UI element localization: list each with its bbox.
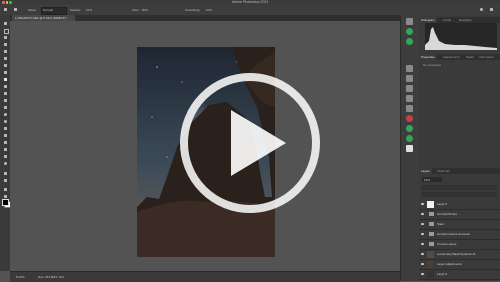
lock-fill-row[interactable] bbox=[422, 192, 497, 197]
folder-icon bbox=[429, 242, 434, 246]
blend-mode-row[interactable] bbox=[422, 185, 497, 190]
opacity-label: Opacity: bbox=[70, 7, 82, 12]
smoothing-value[interactable]: 10% bbox=[206, 8, 212, 12]
pen-tool-icon[interactable] bbox=[2, 126, 8, 131]
extension-icon[interactable] bbox=[406, 115, 413, 122]
layer-filter-kind: Kind bbox=[424, 178, 431, 182]
document-info: Doc: 244.6M/1.71G bbox=[38, 275, 65, 279]
histogram-curve bbox=[425, 27, 497, 50]
layer-name: Layer Adjustments bbox=[437, 262, 462, 266]
search-icon[interactable] bbox=[478, 7, 484, 12]
plugin-icon[interactable] bbox=[406, 28, 413, 35]
swatches-icon[interactable] bbox=[406, 75, 413, 82]
layer-row[interactable]: Layer 0 bbox=[419, 269, 500, 280]
clone-stamp-tool-icon[interactable] bbox=[2, 84, 8, 89]
move-tool-icon[interactable] bbox=[2, 21, 8, 26]
zoom-tool-icon[interactable] bbox=[2, 161, 8, 166]
layer-thumbnail bbox=[427, 250, 434, 258]
opacity-value[interactable]: 61% bbox=[86, 8, 92, 12]
properties-panel-tabs: Properties Adjustments Styles Informatio… bbox=[419, 54, 500, 60]
crop-tool-icon[interactable] bbox=[2, 49, 8, 54]
type-tool-icon[interactable] bbox=[2, 133, 8, 138]
healing-brush-tool-icon[interactable] bbox=[2, 70, 8, 75]
layer-thumbnail bbox=[427, 270, 434, 278]
mode-label: Mode: bbox=[28, 7, 37, 12]
eye-icon[interactable] bbox=[421, 222, 424, 225]
eye-icon[interactable] bbox=[421, 212, 424, 215]
extension-icon-3[interactable] bbox=[406, 135, 413, 142]
edit-toolbar-icon[interactable] bbox=[2, 171, 8, 176]
plugin-icon-2[interactable] bbox=[406, 38, 413, 45]
actions-icon[interactable] bbox=[406, 105, 413, 112]
layer-name: Luminosity Mask Dynamic AI bbox=[437, 252, 476, 256]
flow-value[interactable]: 90% bbox=[142, 8, 148, 12]
layer-name: Stars bbox=[437, 222, 445, 226]
lasso-tool-icon[interactable] bbox=[2, 35, 8, 40]
right-panels: Histogram Cards Navigator Properties Adj… bbox=[419, 15, 500, 281]
brush-preset-icon[interactable] bbox=[12, 7, 18, 12]
history-icon[interactable] bbox=[406, 18, 413, 25]
workspace-icon[interactable] bbox=[488, 7, 494, 12]
extension-icon-2[interactable] bbox=[406, 125, 413, 132]
layers-panel-tabs: Layers Channels bbox=[419, 168, 500, 174]
gradient-tool-icon[interactable] bbox=[2, 105, 8, 110]
layer-thumbnail bbox=[427, 260, 434, 268]
eyedropper-tool-icon[interactable] bbox=[2, 63, 8, 68]
zoom-level[interactable]: 8.33% bbox=[16, 275, 25, 279]
marquee-tool-icon[interactable] bbox=[2, 28, 9, 34]
layer-name: Curves Layers bbox=[437, 242, 457, 246]
status-bar: 8.33% Doc: 244.6M/1.71G bbox=[10, 271, 400, 282]
tab-information[interactable]: Information bbox=[477, 54, 496, 60]
layer-name: Hot Removal & Linework bbox=[437, 232, 471, 236]
eye-icon[interactable] bbox=[421, 262, 424, 265]
more-tools-icon[interactable] bbox=[2, 178, 8, 183]
blur-tool-icon[interactable] bbox=[2, 112, 8, 117]
smoothing-label: Smoothing: bbox=[185, 7, 201, 12]
rectangle-tool-icon[interactable] bbox=[2, 147, 8, 152]
tab-styles[interactable]: Styles bbox=[464, 54, 476, 60]
brush-tool-icon[interactable] bbox=[2, 77, 8, 82]
tab-adjustments[interactable]: Adjustments bbox=[441, 54, 462, 60]
panel-icon-strip bbox=[400, 15, 419, 281]
gradients-icon[interactable] bbox=[406, 85, 413, 92]
layer-name: Layer 5 bbox=[437, 202, 448, 206]
tab-layers[interactable]: Layers bbox=[419, 168, 433, 174]
tab-channels[interactable]: Channels bbox=[435, 168, 452, 174]
histogram-graph bbox=[425, 23, 497, 50]
tab-properties[interactable]: Properties bbox=[419, 54, 437, 60]
patterns-icon[interactable] bbox=[406, 95, 413, 102]
folder-icon bbox=[429, 212, 434, 216]
eye-icon[interactable] bbox=[421, 202, 424, 205]
dodge-tool-icon[interactable] bbox=[2, 119, 8, 124]
home-icon[interactable] bbox=[2, 7, 8, 12]
history-brush-tool-icon[interactable] bbox=[2, 91, 8, 96]
flow-label: Flow: bbox=[132, 7, 140, 12]
path-select-tool-icon[interactable] bbox=[2, 140, 8, 145]
color-icon[interactable] bbox=[406, 65, 413, 72]
frame-tool-icon[interactable] bbox=[2, 56, 8, 61]
play-icon bbox=[180, 73, 320, 213]
layer-filter-dropdown[interactable]: Kind bbox=[422, 177, 442, 182]
eye-icon[interactable] bbox=[421, 242, 424, 245]
layer-thumbnail bbox=[427, 200, 434, 208]
quick-select-tool-icon[interactable] bbox=[2, 42, 8, 47]
eye-icon[interactable] bbox=[421, 232, 424, 235]
layer-name: Normal Photos bbox=[437, 212, 457, 216]
eye-icon[interactable] bbox=[421, 252, 424, 255]
eye-icon[interactable] bbox=[421, 272, 424, 275]
properties-empty-text: No properties bbox=[423, 63, 442, 67]
foreground-color-swatch[interactable] bbox=[2, 199, 9, 206]
folder-icon bbox=[429, 232, 434, 236]
layer-name: Layer 0 bbox=[437, 272, 448, 276]
video-play-button[interactable] bbox=[165, 73, 335, 213]
quick-mask-icon[interactable] bbox=[2, 187, 8, 192]
eraser-tool-icon[interactable] bbox=[2, 98, 8, 103]
libraries-icon[interactable] bbox=[406, 145, 413, 152]
folder-icon bbox=[429, 222, 434, 226]
mode-value: Normal bbox=[43, 7, 53, 12]
hand-tool-icon[interactable] bbox=[2, 154, 8, 159]
